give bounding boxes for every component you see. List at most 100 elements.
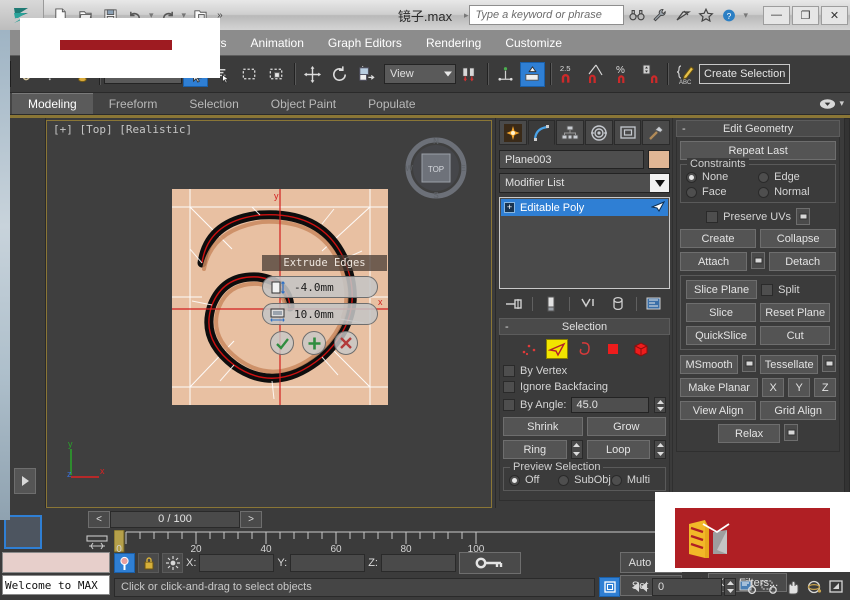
tab-populate[interactable]: Populate <box>352 93 431 114</box>
snap-toggle-icon[interactable]: 2.5 <box>556 62 581 87</box>
key-mode-toggle-icon[interactable] <box>459 552 521 574</box>
reset-plane-button[interactable]: Reset Plane <box>760 303 830 322</box>
collapse-icon-edit-geometry[interactable]: - <box>682 123 686 135</box>
by-angle-spinner[interactable] <box>654 397 666 413</box>
slice-button[interactable]: Slice <box>686 303 756 322</box>
spinner-snap-icon[interactable] <box>637 62 662 87</box>
collapse-icon-selection[interactable]: - <box>505 321 509 333</box>
grow-button[interactable]: Grow <box>587 417 667 436</box>
named-selection-icon[interactable]: ABC <box>673 62 698 87</box>
modify-tab[interactable] <box>528 120 556 145</box>
track-view-icon[interactable] <box>84 533 110 551</box>
remove-modifier-icon[interactable] <box>607 295 629 313</box>
msmooth-button[interactable]: MSmooth <box>680 355 738 374</box>
view-align-button[interactable]: View Align <box>680 401 756 420</box>
polygon-icon[interactable] <box>602 339 624 359</box>
satellite-icon[interactable] <box>673 5 693 25</box>
binoculars-icon[interactable] <box>627 5 647 25</box>
create-button[interactable]: Create <box>680 229 756 248</box>
viewport-top[interactable]: [+] [Top] [Realistic] TOP N E S W <box>46 120 492 508</box>
detach-button[interactable]: Detach <box>769 252 836 271</box>
quickslice-button[interactable]: QuickSlice <box>686 326 756 345</box>
constraint-edge-option[interactable]: Edge <box>758 171 830 183</box>
display-tab[interactable] <box>614 120 642 145</box>
make-planar-x-button[interactable]: X <box>762 378 784 397</box>
attach-button[interactable]: Attach <box>680 252 747 271</box>
stack-expander-icon[interactable]: + <box>504 202 515 213</box>
preview-subobj-option[interactable]: SubObj <box>558 474 611 486</box>
minimize-button[interactable]: — <box>763 6 790 25</box>
constraint-face-option[interactable]: Face <box>686 186 758 198</box>
preserve-uvs-settings-icon[interactable] <box>796 208 810 225</box>
constraint-normal-radio[interactable] <box>758 187 769 198</box>
selection-rollout-header[interactable]: - Selection <box>499 318 670 335</box>
grid-align-button[interactable]: Grid Align <box>760 401 836 420</box>
make-planar-button[interactable]: Make Planar <box>680 378 758 397</box>
mirror-button[interactable] <box>520 62 545 87</box>
zoom-region-icon[interactable] <box>760 577 780 596</box>
wrench-icon[interactable] <box>650 5 670 25</box>
command-panel-scrollbar[interactable] <box>844 118 850 508</box>
align-icon[interactable] <box>493 62 518 87</box>
z-field[interactable] <box>381 554 456 572</box>
current-frame-field[interactable]: 0 <box>652 578 722 596</box>
isolate-selection-icon[interactable] <box>162 553 183 573</box>
create-tab[interactable] <box>499 120 527 145</box>
make-planar-z-button[interactable]: Z <box>814 378 836 397</box>
maximize-button[interactable]: ❐ <box>792 6 819 25</box>
chevron-down-icon-modlist[interactable] <box>650 174 669 192</box>
key-step-icon[interactable] <box>630 577 650 596</box>
zoom-icon[interactable] <box>738 577 758 596</box>
by-vertex-checkbox[interactable] <box>503 365 515 377</box>
border-icon[interactable] <box>574 339 596 359</box>
motion-tab[interactable] <box>585 120 613 145</box>
expand-sidebar-button[interactable] <box>14 468 36 494</box>
prev-frame-button[interactable]: < <box>88 511 110 528</box>
preview-off-radio[interactable] <box>509 475 520 486</box>
viewcube[interactable]: TOP N E S W <box>403 135 469 201</box>
orbit-icon[interactable] <box>804 577 824 596</box>
stack-item-editable-poly[interactable]: + Editable Poly <box>501 199 668 216</box>
preserve-uvs-row[interactable]: Preserve UVs <box>680 208 836 225</box>
edit-geometry-header[interactable]: - Edit Geometry <box>676 120 840 137</box>
loop-spinner[interactable] <box>654 440 666 459</box>
object-name-field[interactable]: Plane003 <box>499 150 644 169</box>
shrink-button[interactable]: Shrink <box>503 417 583 436</box>
constraint-face-radio[interactable] <box>686 187 697 198</box>
angle-snap-icon[interactable] <box>583 62 608 87</box>
constraint-none-option[interactable]: None <box>686 171 758 183</box>
caddy-width-row[interactable]: 10.0mm <box>262 303 378 325</box>
next-frame-button[interactable]: > <box>240 511 262 528</box>
adaptive-degradation-icon[interactable] <box>599 577 620 597</box>
element-icon[interactable] <box>630 339 652 359</box>
constraint-normal-option[interactable]: Normal <box>758 186 830 198</box>
help-icon[interactable]: ? <box>719 5 739 25</box>
edge-icon[interactable] <box>546 339 568 359</box>
by-vertex-row[interactable]: By Vertex <box>503 365 666 377</box>
y-field[interactable] <box>290 554 365 572</box>
caddy-ok-button[interactable] <box>270 331 294 355</box>
show-end-result-icon[interactable] <box>540 295 562 313</box>
utilities-tab[interactable] <box>642 120 670 145</box>
maximize-viewport-icon[interactable] <box>826 577 846 596</box>
make-planar-y-button[interactable]: Y <box>788 378 810 397</box>
caddy-cancel-button[interactable] <box>334 331 358 355</box>
preserve-uvs-checkbox[interactable] <box>706 211 718 223</box>
tab-selection[interactable]: Selection <box>173 93 254 114</box>
modifier-list-dropdown[interactable]: Modifier List <box>499 173 670 193</box>
selection-lock-icon[interactable] <box>138 553 159 573</box>
tessellate-button[interactable]: Tessellate <box>760 355 818 374</box>
constraint-edge-radio[interactable] <box>758 172 769 183</box>
help-dropdown-arrow-icon[interactable]: ▾ <box>742 10 749 21</box>
constraint-none-radio[interactable] <box>686 172 697 183</box>
close-button[interactable]: ✕ <box>821 6 848 25</box>
reference-coord-combo[interactable]: View <box>384 64 456 84</box>
hierarchy-tab[interactable] <box>556 120 584 145</box>
pin-stack-icon[interactable] <box>503 295 525 313</box>
viewport-label[interactable]: [+] [Top] [Realistic] <box>53 123 192 136</box>
loop-button[interactable]: Loop <box>587 440 651 459</box>
slice-plane-button[interactable]: Slice Plane <box>686 280 757 299</box>
search-input[interactable]: Type a keyword or phrase <box>469 5 624 25</box>
caddy-apply-button[interactable] <box>302 331 326 355</box>
by-angle-row[interactable]: By Angle: 45.0 <box>503 397 666 413</box>
